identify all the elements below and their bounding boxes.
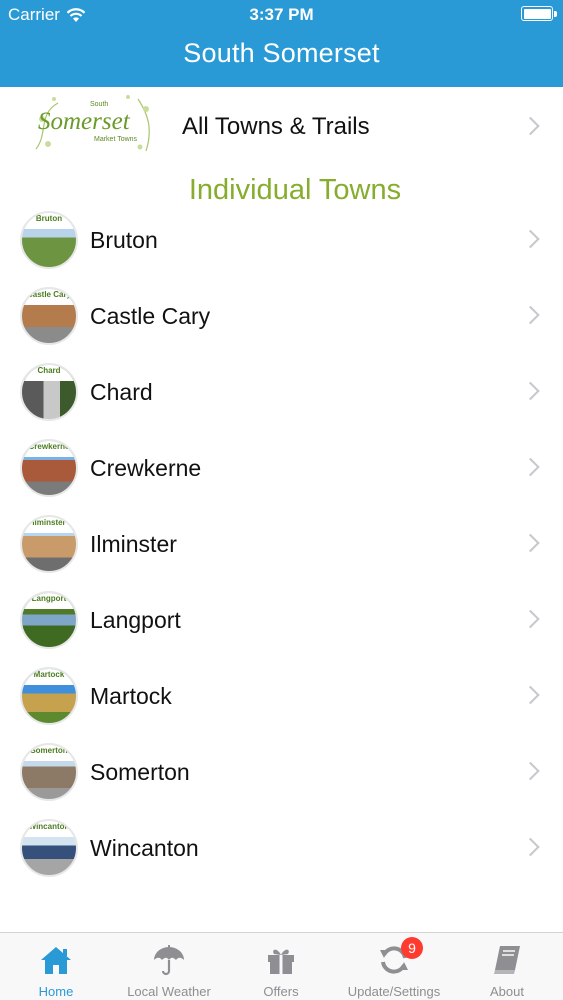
- town-name: Crewkerne: [90, 455, 202, 481]
- chevron-right-icon: [521, 381, 540, 401]
- town-thumbnail: Somerton: [20, 743, 78, 801]
- town-row-castle-cary[interactable]: Castle Cary Castle Cary: [0, 277, 563, 353]
- home-icon: [41, 947, 71, 974]
- top-bar: Carrier 3:37 PM South Somerset: [0, 0, 563, 87]
- town-row-langport[interactable]: Langport Langport: [0, 581, 563, 657]
- town-name: Bruton: [90, 227, 158, 253]
- tab-update-settings[interactable]: 9 Update/Settings: [338, 933, 450, 1000]
- chevron-right-icon: [521, 229, 540, 249]
- battery-icon: [521, 6, 557, 21]
- tab-label: Local Weather: [127, 984, 211, 999]
- book-icon: [494, 946, 520, 974]
- town-name: Martock: [90, 683, 172, 709]
- status-bar: Carrier 3:37 PM: [0, 0, 563, 28]
- svg-text:Somerset: Somerset: [38, 108, 131, 135]
- town-row-crewkerne[interactable]: Crewkerne Crewkerne: [0, 429, 563, 505]
- town-row-martock[interactable]: Martock Martock: [0, 657, 563, 733]
- tab-label: About: [490, 984, 524, 999]
- chevron-right-icon: [521, 116, 540, 136]
- status-time: 3:37 PM: [249, 5, 314, 24]
- chevron-right-icon: [521, 457, 540, 477]
- town-thumbnail: Martock: [20, 667, 78, 725]
- tab-label: Update/Settings: [347, 984, 441, 999]
- town-row-somerton[interactable]: Somerton Somerton: [0, 733, 563, 809]
- tab-local-weather[interactable]: Local Weather: [113, 933, 225, 1000]
- town-row-wincanton[interactable]: Wincanton Wincanton: [0, 809, 563, 885]
- town-name: Chard: [90, 379, 153, 405]
- town-thumbnail: Castle Cary: [20, 287, 78, 345]
- town-name: Castle Cary: [90, 303, 211, 329]
- town-thumbnail: Langport: [20, 591, 78, 649]
- town-name: Somerton: [90, 759, 190, 785]
- tab-offers[interactable]: Offers: [225, 933, 337, 1000]
- town-name: Langport: [90, 607, 181, 633]
- town-row-bruton[interactable]: Bruton Bruton: [0, 201, 563, 277]
- tab-label: Offers: [263, 984, 299, 999]
- all-towns-label: All Towns & Trails: [182, 113, 370, 140]
- town-row-chard[interactable]: Chard Chard: [0, 353, 563, 429]
- chevron-right-icon: [521, 761, 540, 781]
- town-thumbnail: Chard: [20, 363, 78, 421]
- town-name: Ilminster: [90, 531, 177, 557]
- tab-bar: Home Local Weather Offers 9 Update/Setti…: [0, 932, 563, 1000]
- chevron-right-icon: [521, 609, 540, 629]
- chevron-right-icon: [521, 305, 540, 325]
- all-towns-row[interactable]: South Somerset Market Towns All Towns & …: [0, 87, 563, 165]
- tab-label: Home: [38, 984, 74, 999]
- tab-about[interactable]: About: [451, 933, 563, 1000]
- page-title: South Somerset: [183, 38, 380, 68]
- town-thumbnail: Ilminster: [20, 515, 78, 573]
- town-name: Wincanton: [90, 835, 199, 861]
- svg-text:Market Towns: Market Towns: [94, 136, 138, 143]
- gift-icon: [268, 949, 294, 974]
- umbrella-icon: [154, 945, 184, 976]
- town-row-ilminster[interactable]: Ilminster Ilminster: [0, 505, 563, 581]
- town-thumbnail: Bruton: [20, 211, 78, 269]
- chevron-right-icon: [521, 533, 540, 553]
- tab-home[interactable]: Home: [0, 933, 112, 1000]
- svg-text:South: South: [90, 101, 108, 108]
- town-thumbnail: Crewkerne: [20, 439, 78, 497]
- chevron-right-icon: [521, 837, 540, 857]
- town-thumbnail: Wincanton: [20, 819, 78, 877]
- chevron-right-icon: [521, 685, 540, 705]
- notification-badge: 9: [401, 937, 423, 959]
- south-somerset-logo: South Somerset Market Towns: [28, 89, 158, 161]
